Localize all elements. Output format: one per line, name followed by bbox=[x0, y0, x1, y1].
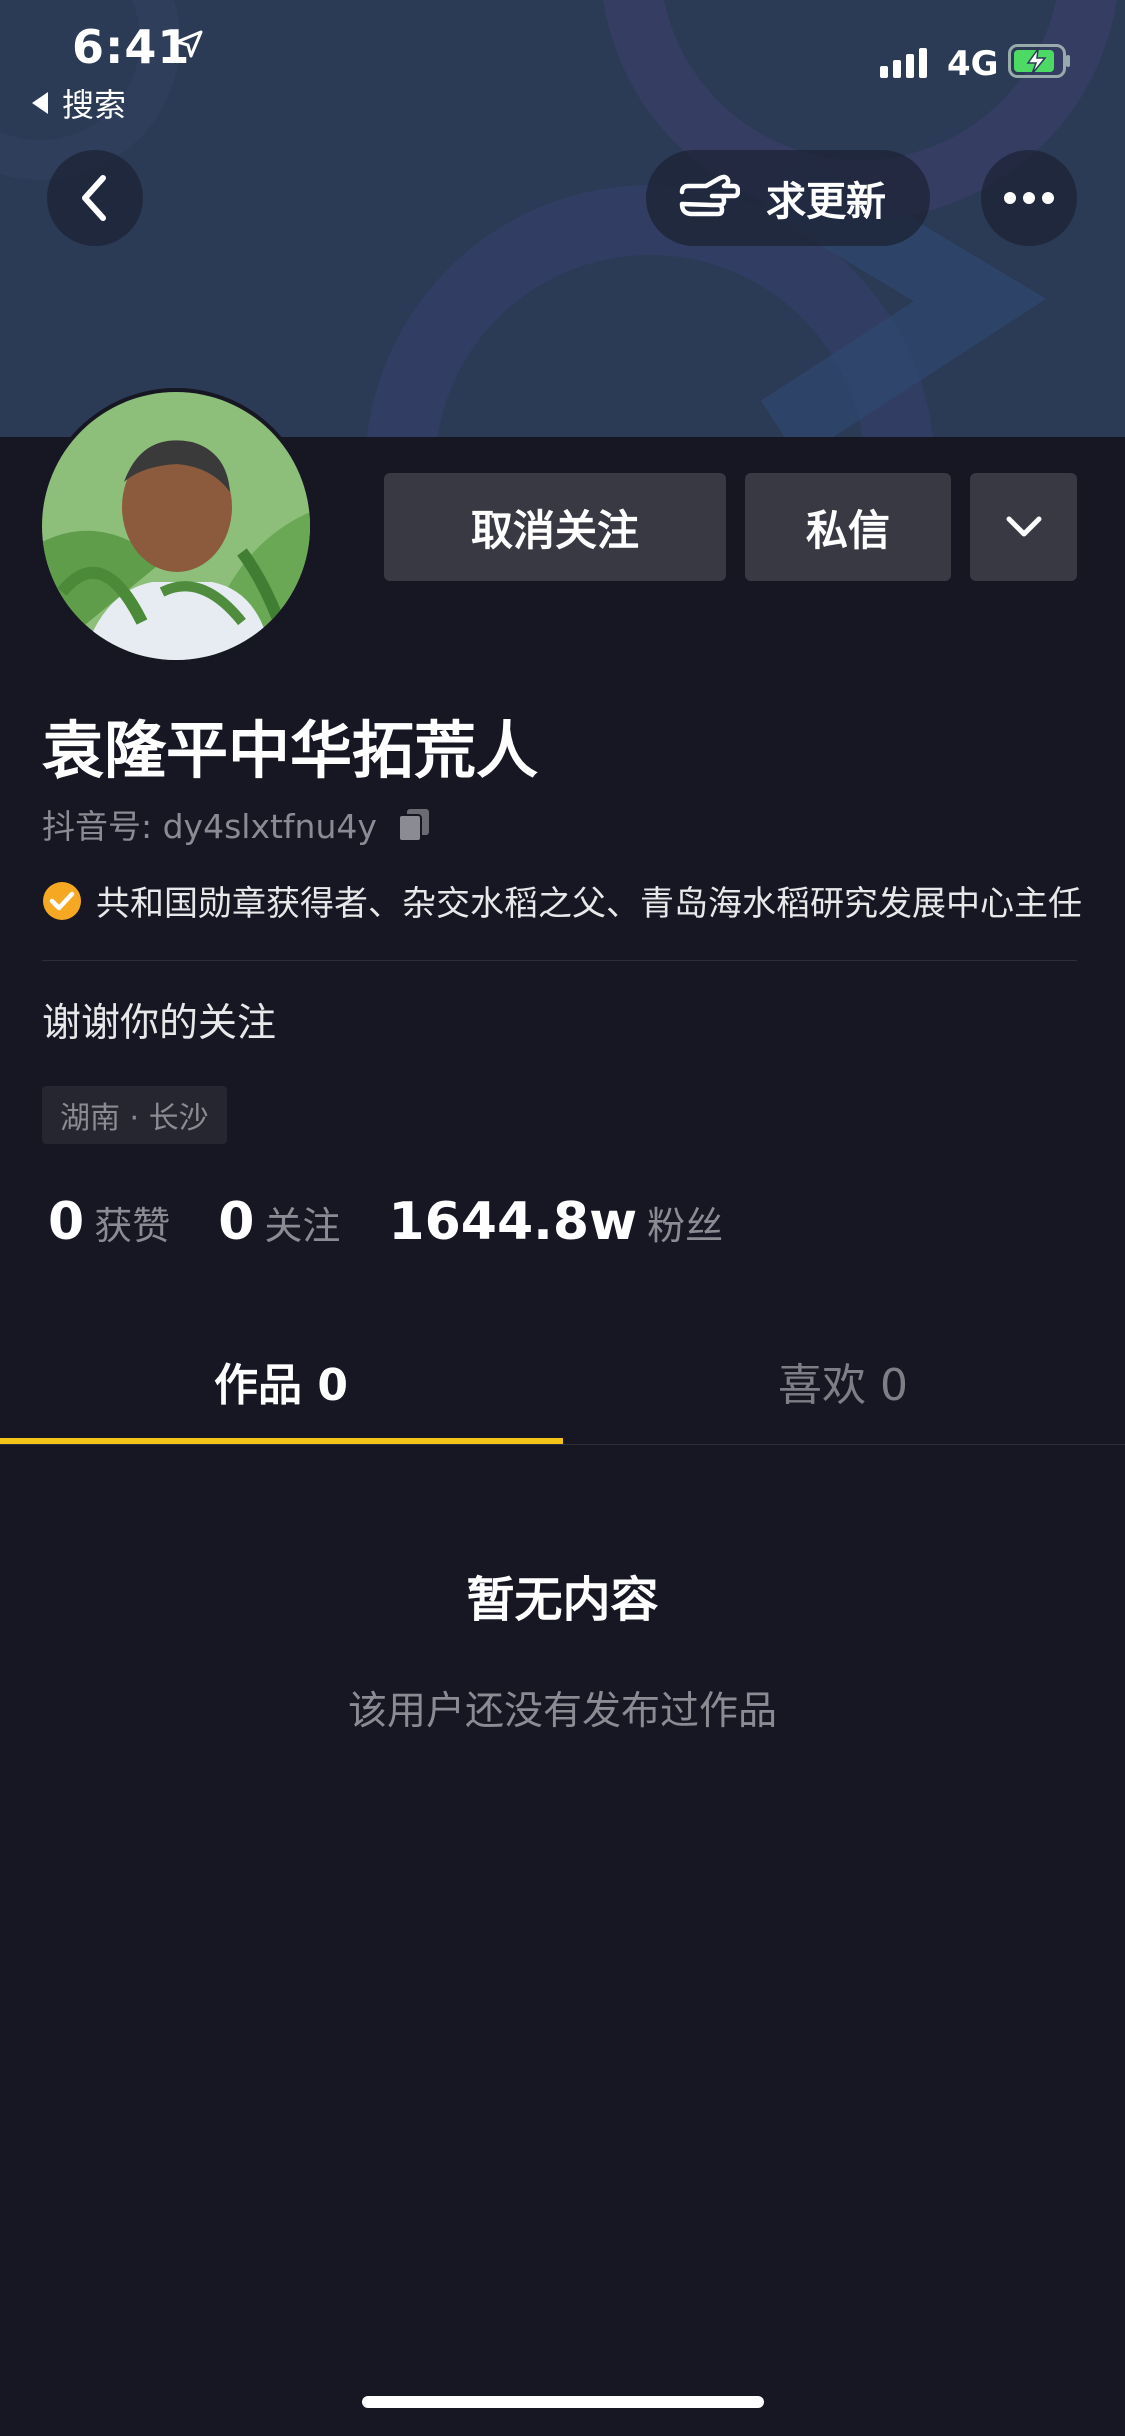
avatar[interactable] bbox=[38, 388, 314, 664]
douyin-id: 抖音号: dy4slxtfnu4y bbox=[42, 807, 377, 846]
divider bbox=[42, 960, 1077, 961]
status-time: 6:41 bbox=[72, 20, 191, 74]
location-arrow-icon bbox=[175, 30, 203, 58]
verification-text: 共和国勋章获得者、杂交水稻之父、青岛海水稻研究发展中心主任 bbox=[96, 884, 1082, 924]
home-indicator[interactable] bbox=[362, 2396, 764, 2408]
unfollow-button[interactable]: 取消关注 bbox=[384, 473, 726, 581]
back-to-app-link[interactable]: 搜索 bbox=[32, 80, 126, 126]
copy-icon[interactable] bbox=[395, 805, 433, 843]
stat-label: 获赞 bbox=[94, 1204, 171, 1248]
profile-name: 袁隆平中华拓荒人 bbox=[42, 714, 539, 787]
empty-state-subtitle: 该用户还没有发布过作品 bbox=[347, 1689, 777, 1734]
content-tabs: 作品 0 喜欢 0 bbox=[0, 1318, 1125, 1445]
profile-bio: 谢谢你的关注 bbox=[42, 1001, 277, 1046]
battery-charging-icon bbox=[1008, 44, 1070, 78]
tab-likes[interactable]: 喜欢 0 bbox=[562, 1318, 1124, 1444]
active-tab-indicator bbox=[0, 1438, 563, 1444]
tab-works[interactable]: 作品 0 bbox=[0, 1318, 562, 1444]
chevron-left-icon bbox=[82, 175, 106, 221]
empty-state-title: 暂无内容 bbox=[466, 1572, 659, 1628]
stat-label: 粉丝 bbox=[647, 1204, 724, 1248]
stat-likes[interactable]: 0 获赞 bbox=[48, 1192, 170, 1252]
back-triangle-icon bbox=[32, 92, 48, 114]
request-update-label: 求更新 bbox=[766, 179, 886, 225]
back-to-app-label: 搜索 bbox=[62, 86, 127, 124]
expand-button[interactable] bbox=[970, 473, 1077, 581]
verified-badge-icon bbox=[43, 881, 81, 920]
more-button[interactable] bbox=[981, 150, 1077, 246]
stat-followers[interactable]: 1644.8w 粉丝 bbox=[388, 1192, 723, 1252]
status-bar: 6:41 搜索 4G bbox=[0, 0, 1125, 130]
cellular-signal-icon bbox=[880, 48, 927, 78]
stat-value: 0 bbox=[48, 1192, 85, 1252]
avatar-photo bbox=[42, 392, 310, 660]
pointing-hand-icon bbox=[679, 174, 740, 217]
network-type: 4G bbox=[947, 44, 999, 84]
stat-value: 1644.8w bbox=[388, 1192, 638, 1252]
back-button[interactable] bbox=[47, 150, 143, 246]
request-update-button[interactable]: 求更新 bbox=[646, 150, 930, 246]
stat-label: 关注 bbox=[264, 1204, 341, 1248]
douyin-id-row: 抖音号: dy4slxtfnu4y bbox=[42, 800, 433, 848]
location-tag: 湖南 · 长沙 bbox=[42, 1086, 227, 1144]
message-button[interactable]: 私信 bbox=[745, 473, 951, 581]
verification-row: 共和国勋章获得者、杂交水稻之父、青岛海水稻研究发展中心主任 bbox=[42, 876, 1082, 925]
stat-value: 0 bbox=[218, 1192, 255, 1252]
stat-following[interactable]: 0 关注 bbox=[218, 1192, 340, 1252]
stats-row: 0 获赞 0 关注 1644.8w 粉丝 bbox=[48, 1192, 771, 1252]
chevron-down-icon bbox=[1006, 516, 1041, 537]
more-dots-icon bbox=[1004, 192, 1054, 204]
